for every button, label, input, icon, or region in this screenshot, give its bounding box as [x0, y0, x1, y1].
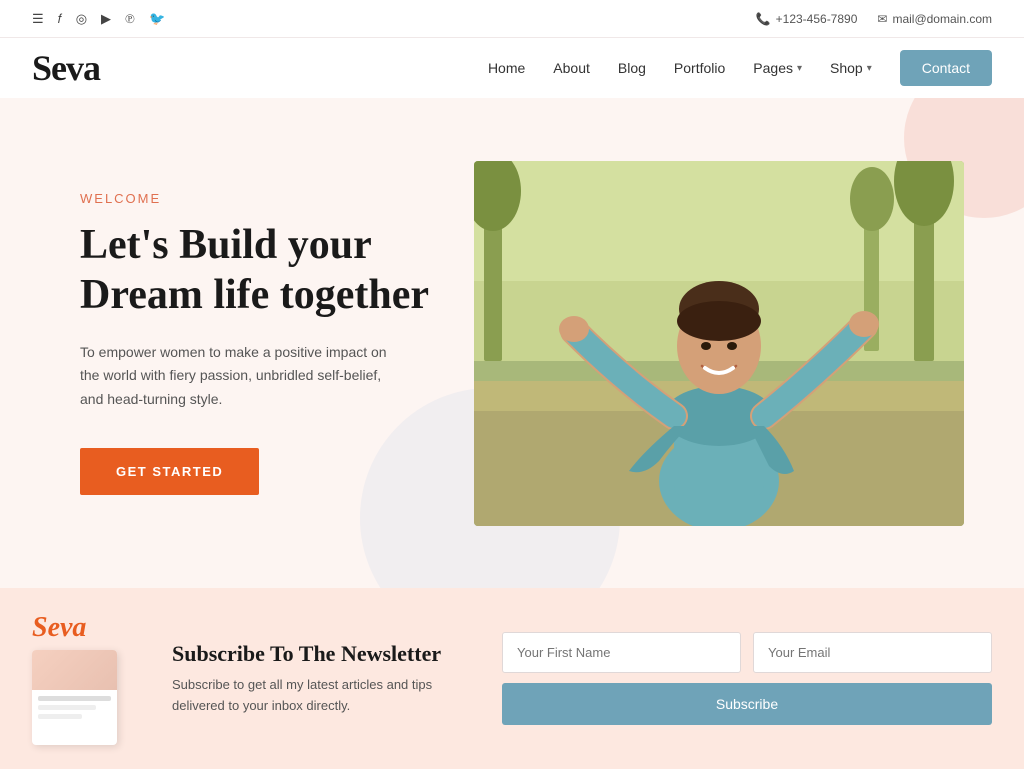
contact-info: 📞 +123-456-7890 ✉ mail@domain.com: [756, 12, 992, 26]
pinterest-icon[interactable]: ℗: [125, 11, 135, 27]
hero-title: Let's Build your Dream life together: [80, 220, 460, 321]
email-icon: ✉: [877, 12, 887, 26]
shop-dropdown-arrow: ▾: [867, 63, 872, 74]
youtube-icon[interactable]: ▶: [101, 11, 111, 27]
first-name-input[interactable]: [502, 632, 741, 673]
hamburger-icon[interactable]: ☰: [32, 11, 44, 27]
phone-icon: 📞: [756, 12, 771, 26]
newsletter-form: Subscribe: [502, 632, 992, 725]
newsletter-text: Subscribe To The Newsletter Subscribe to…: [172, 641, 472, 717]
nav-shop[interactable]: Shop ▾: [830, 60, 872, 76]
nav-home[interactable]: Home: [488, 60, 525, 76]
pages-dropdown-arrow: ▾: [797, 63, 802, 74]
main-nav: Home About Blog Portfolio Pages ▾ Shop ▾…: [488, 50, 992, 86]
get-started-button[interactable]: GET STARTED: [80, 448, 259, 495]
email-input[interactable]: [753, 632, 992, 673]
hero-description: To empower women to make a positive impa…: [80, 341, 400, 412]
site-logo[interactable]: Seva: [32, 47, 100, 89]
phone-number: +123-456-7890: [776, 12, 858, 26]
top-bar: ☰ 𝑓 ◎ ▶ ℗ 🐦 📞 +123-456-7890 ✉ mail@domai…: [0, 0, 1024, 38]
nav-portfolio[interactable]: Portfolio: [674, 60, 725, 76]
hero-content: Welcome Let's Build your Dream life toge…: [80, 191, 460, 495]
newsletter-title: Subscribe To The Newsletter: [172, 641, 472, 667]
contact-button[interactable]: Contact: [900, 50, 992, 86]
newsletter-logo-area: Seva: [32, 612, 142, 745]
nav-pages[interactable]: Pages ▾: [753, 60, 802, 76]
subscribe-button[interactable]: Subscribe: [502, 683, 992, 725]
social-links: ☰ 𝑓 ◎ ▶ ℗ 🐦: [32, 11, 165, 27]
facebook-icon[interactable]: 𝑓: [58, 11, 62, 27]
hero-image: [474, 161, 964, 526]
email-address: mail@domain.com: [892, 12, 992, 26]
email-info: ✉ mail@domain.com: [877, 12, 992, 26]
hero-welcome-label: Welcome: [80, 191, 460, 206]
instagram-icon[interactable]: ◎: [76, 11, 87, 27]
phone-info: 📞 +123-456-7890: [756, 12, 858, 26]
newsletter-logo: Seva: [32, 612, 142, 644]
header: Seva Home About Blog Portfolio Pages ▾ S…: [0, 38, 1024, 98]
nav-blog[interactable]: Blog: [618, 60, 646, 76]
newsletter-subtitle: Subscribe to get all my latest articles …: [172, 675, 472, 717]
newsletter-section: Seva Subscribe To The Newsletter Subscri…: [0, 588, 1024, 769]
hero-image-wrapper: [460, 161, 964, 526]
nav-about[interactable]: About: [553, 60, 590, 76]
form-fields-row: [502, 632, 992, 673]
twitter-icon[interactable]: 🐦: [149, 11, 165, 27]
hero-section: Welcome Let's Build your Dream life toge…: [0, 98, 1024, 588]
